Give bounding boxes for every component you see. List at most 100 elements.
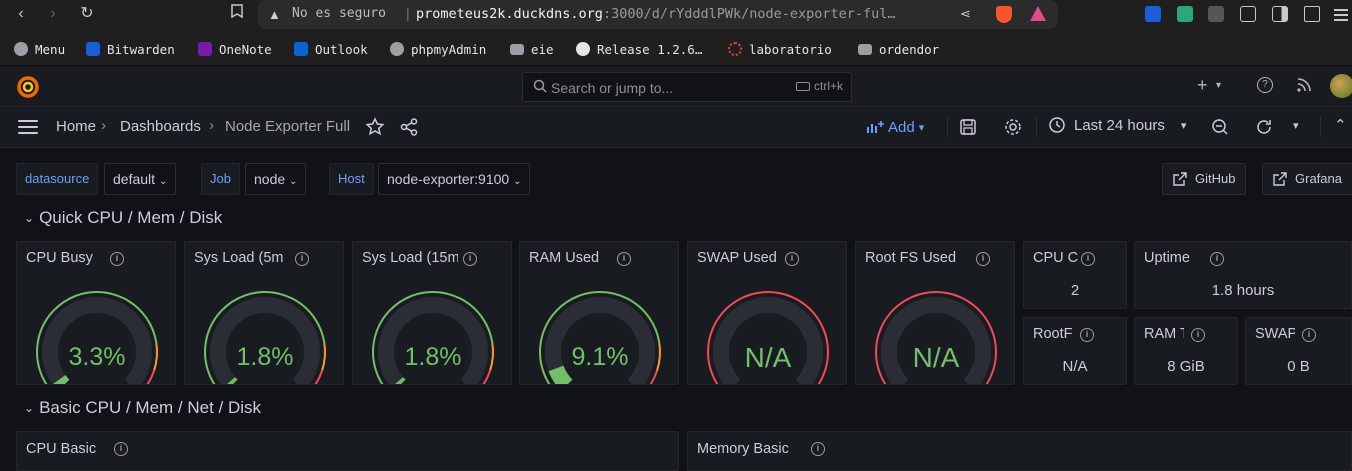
stat-panel-swap-total[interactable]: SWAP i 0 B: [1245, 317, 1352, 385]
save-icon[interactable]: [958, 117, 978, 137]
reload-icon[interactable]: ↻: [76, 4, 98, 24]
panel-title: Sys Load (15m: [362, 250, 458, 266]
panel-title: RootF: [1033, 326, 1073, 342]
github-link-button[interactable]: GitHub: [1162, 163, 1247, 195]
panel-cpu-basic[interactable]: CPU Basic i: [16, 431, 679, 471]
browser-toolbar: ‹ › ↻ ▲ No es seguro | prometeus2k.duckd…: [0, 0, 1352, 30]
panel-title: SWAP: [1255, 326, 1295, 342]
info-icon[interactable]: i: [617, 252, 631, 266]
breadcrumb-dashboards[interactable]: Dashboards: [120, 118, 201, 135]
grafana-link-button[interactable]: Grafana: [1262, 163, 1352, 195]
info-icon[interactable]: i: [1081, 252, 1095, 266]
chevron-down-icon: ⌄: [289, 176, 298, 187]
stat-panel-cpu-cores[interactable]: CPU C i 2: [1023, 241, 1127, 309]
bookmark-outlook[interactable]: Outlook: [294, 40, 368, 58]
panel-memory-basic[interactable]: Memory Basic i: [687, 431, 1352, 471]
menu-icon[interactable]: [1334, 9, 1348, 21]
info-icon[interactable]: i: [785, 252, 799, 266]
row-title: Quick CPU / Mem / Disk: [39, 208, 223, 227]
spy-extension-icon[interactable]: [1208, 6, 1224, 22]
star-icon[interactable]: [365, 117, 385, 137]
gauge-panel[interactable]: Sys Load (15m i 1.8%: [352, 241, 512, 385]
refresh-interval-chevron-icon[interactable]: ▾: [1293, 119, 1299, 132]
gauge-value: 9.1%: [571, 343, 629, 371]
gauge-panel[interactable]: Sys Load (5m i 1.8%: [184, 241, 344, 385]
info-icon[interactable]: i: [463, 252, 477, 266]
gauge-value: 3.3%: [68, 343, 126, 371]
external-link-icon: [1273, 172, 1287, 186]
bookmark-bitwarden[interactable]: Bitwarden: [86, 40, 175, 58]
info-icon[interactable]: i: [295, 252, 309, 266]
user-avatar[interactable]: [1330, 74, 1352, 98]
stat-panel-rootfs-total[interactable]: RootF i N/A: [1023, 317, 1127, 385]
forward-icon[interactable]: ›: [42, 4, 64, 24]
bookmark-eie[interactable]: eie: [510, 40, 554, 58]
menu-toggle-icon[interactable]: [18, 120, 38, 134]
time-range-picker[interactable]: Last 24 hours ▾: [1048, 116, 1186, 134]
gauge-panel[interactable]: RAM Used i 9.1%: [519, 241, 679, 385]
bookmark-label: Outlook: [315, 41, 368, 57]
info-icon[interactable]: i: [1080, 328, 1094, 342]
row-header-basic[interactable]: ⌄ Basic CPU / Mem / Net / Disk: [24, 398, 261, 418]
breadcrumb-current: Node Exporter Full: [225, 118, 351, 135]
row-header-quick[interactable]: ⌄ Quick CPU / Mem / Disk: [24, 208, 222, 228]
bookmark-release[interactable]: Release 1.2.6…: [576, 40, 702, 58]
brave-shield-icon[interactable]: [996, 6, 1012, 23]
address-bar[interactable]: ▲ No es seguro | prometeus2k.duckdns.org…: [258, 0, 1058, 29]
bookmark-page-icon[interactable]: [226, 4, 248, 24]
grafana-logo-icon[interactable]: [16, 75, 40, 99]
gauge-panel[interactable]: Root FS Used i N/A: [855, 241, 1015, 385]
chevron-down-icon[interactable]: ▾: [1216, 80, 1221, 91]
back-icon[interactable]: ‹: [10, 4, 32, 24]
gauge-panel[interactable]: SWAP Used i N/A: [687, 241, 847, 385]
settings-gear-icon[interactable]: [1003, 117, 1023, 137]
info-icon[interactable]: i: [1302, 328, 1316, 342]
url-text[interactable]: prometeus2k.duckdns.org:3000/d/rYdddlPWk…: [416, 6, 896, 22]
search-input[interactable]: Search or jump to... ctrl+k: [522, 72, 852, 102]
variable-select-job[interactable]: node ⌄: [245, 163, 307, 195]
stat-value: 1.8 hours: [1211, 282, 1275, 299]
bookmark-onenote[interactable]: OneNote: [198, 40, 272, 58]
toolbar-divider: [1036, 117, 1037, 137]
dotted-circle-icon: [728, 42, 742, 56]
stat-panel-ram-total[interactable]: RAM T i 8 GiB: [1134, 317, 1238, 385]
info-icon[interactable]: i: [811, 442, 825, 456]
wallet-icon[interactable]: [1304, 6, 1320, 22]
sidebar-toggle-icon[interactable]: [1272, 6, 1288, 22]
new-plus-icon[interactable]: +: [1197, 75, 1208, 96]
add-button[interactable]: Add ▾: [866, 116, 924, 138]
brave-rewards-icon[interactable]: [1030, 6, 1046, 21]
rss-icon[interactable]: [1296, 77, 1312, 98]
info-icon[interactable]: i: [1210, 252, 1224, 266]
info-icon[interactable]: i: [114, 442, 128, 456]
refresh-icon[interactable]: [1254, 117, 1274, 137]
variable-select-host[interactable]: node-exporter:9100 ⌄: [378, 163, 531, 195]
share-icon[interactable]: ⋖: [960, 6, 971, 22]
outlook-icon: [294, 42, 308, 56]
bookmark-label: Menu: [35, 41, 66, 57]
mail-extension-icon[interactable]: [1177, 6, 1193, 22]
share-icon[interactable]: [399, 117, 419, 137]
zoom-out-icon[interactable]: [1210, 117, 1230, 137]
warning-icon[interactable]: ▲: [268, 7, 281, 22]
info-icon[interactable]: i: [110, 252, 124, 266]
info-icon[interactable]: i: [1191, 328, 1205, 342]
variable-select-datasource[interactable]: default ⌄: [104, 163, 177, 195]
stat-panel-uptime[interactable]: Uptime i 1.8 hours: [1134, 241, 1352, 309]
info-icon[interactable]: i: [976, 252, 990, 266]
bookmark-menu[interactable]: Menu: [14, 40, 65, 58]
breadcrumb-home[interactable]: Home: [56, 118, 96, 135]
url-host: prometeus2k.duckdns.org: [416, 6, 603, 22]
bookmark-ordendor[interactable]: ordendor: [858, 40, 939, 58]
bitwarden-extension-icon[interactable]: [1145, 6, 1161, 22]
collapse-chevron-up-icon[interactable]: ⌃: [1334, 116, 1347, 134]
panel-title: RAM Used: [529, 250, 600, 266]
gauge-panel[interactable]: CPU Busy i 3.3%: [16, 241, 176, 385]
extensions-icon[interactable]: [1240, 6, 1256, 22]
help-icon[interactable]: ?: [1257, 77, 1273, 93]
bookmark-laboratorio[interactable]: laboratorio: [728, 40, 832, 58]
bookmark-label: laboratorio: [749, 41, 832, 57]
globe-icon: [14, 42, 28, 56]
toolbar-divider: [947, 117, 948, 137]
bookmark-phpmyadmin[interactable]: phpmyAdmin: [390, 40, 486, 58]
